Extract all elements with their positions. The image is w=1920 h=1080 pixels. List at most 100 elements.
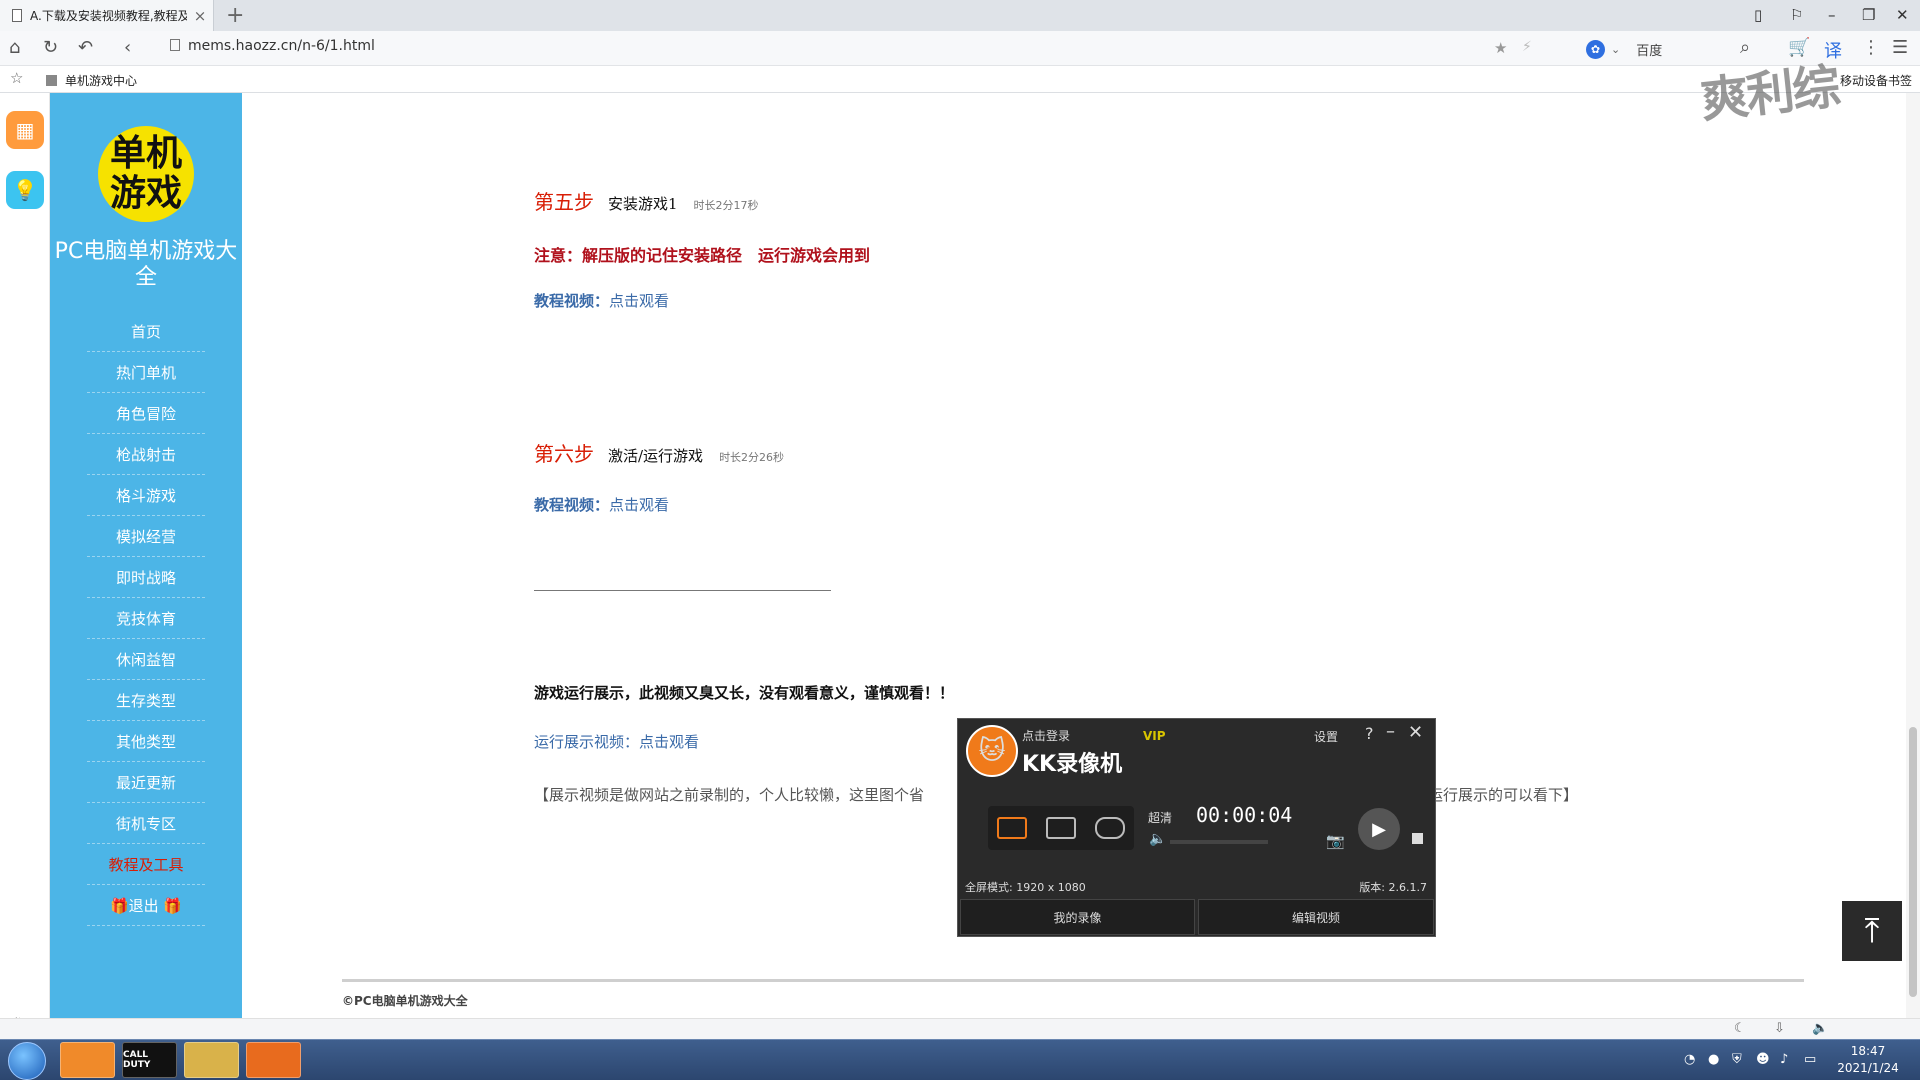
lightbulb-icon[interactable]: 💡 [6,171,44,209]
volume-slider[interactable] [1170,840,1268,844]
scrollbar-thumb[interactable] [1909,727,1917,997]
edit-video-button[interactable]: 编辑视频 [1198,899,1434,935]
video-label: 教程视频： [534,292,610,310]
footer-copyright: ©PC电脑单机游戏大全 [342,994,468,1008]
watch-link[interactable]: 点击观看 [609,292,669,310]
close-icon[interactable]: ✕ [1408,722,1423,743]
step-six-video: 教程视频：点击观看 [534,494,669,515]
record-timer: 00:00:04 [1196,803,1293,827]
cod-app-icon[interactable]: CALL DUTY [122,1042,177,1078]
nav-item-popular[interactable]: 热门单机 [87,352,205,393]
nav-item-rts[interactable]: 即时战略 [87,557,205,598]
restore-icon[interactable]: ❐ [1862,6,1875,24]
shirt-icon[interactable]: ⚐ [1790,6,1803,24]
nav-item-sports[interactable]: 竞技体育 [87,598,205,639]
mobile-bookmarks[interactable]: 移动设备书签 [1840,72,1912,89]
start-button[interactable] [8,1042,46,1080]
refresh-icon[interactable]: ↻ [43,37,58,58]
login-link[interactable]: 点击登录 [1022,727,1070,744]
new-tab-button[interactable]: + [226,3,244,28]
browser-app-icon[interactable] [60,1042,115,1078]
step-five-heading: 第五步 安装游戏1 时长2分17秒 [534,186,759,215]
volume-icon[interactable]: 🔈 [1149,831,1166,847]
site-logo[interactable]: 单机游戏 [98,126,194,222]
display-tray-icon[interactable]: ▭ [1804,1052,1816,1067]
watch-link[interactable]: 点击观看 [609,496,669,514]
more-icon[interactable]: ⋮ [1862,37,1880,58]
my-recordings-button[interactable]: 我的录像 [960,899,1195,935]
sound-icon[interactable]: 🔈 [1812,1021,1828,1036]
nav-item-survival[interactable]: 生存类型 [87,680,205,721]
step-duration: 时长2分17秒 [693,199,759,212]
bookmark-star-icon[interactable]: ☆ [10,69,23,87]
help-button[interactable]: ? [1365,724,1374,743]
nav-item-arcade[interactable]: 街机专区 [87,803,205,844]
page-info-icon [170,39,180,51]
window-split-icon[interactable]: ▯ [1754,6,1762,24]
watch-link[interactable]: 点击观看 [639,733,699,751]
lightning-icon[interactable]: ⚡ [1522,39,1532,55]
network-tray-icon[interactable]: ◔ [1684,1052,1695,1067]
undo-icon[interactable]: ↶ [78,37,93,58]
taskbar: CALL DUTY ◔ ● ⛨ ☻ ♪ ▭ 18:47 2021/1/24 [0,1039,1920,1080]
fullscreen-mode-icon[interactable] [997,817,1028,839]
minimize-icon[interactable]: – [1828,6,1836,24]
star-icon[interactable]: ★ [1494,39,1507,57]
site-title: PC电脑单机游戏大全 [54,239,238,290]
site-sidebar: 单机游戏 PC电脑单机游戏大全 首页 热门单机 角色冒险 枪战射击 格斗游戏 模… [50,93,242,1018]
stop-button[interactable] [1412,833,1423,844]
store-icon[interactable]: ▦ [6,111,44,149]
search-icon[interactable]: ⌕ [1740,37,1750,58]
vip-badge[interactable]: VIP [1143,729,1166,743]
bookmark-bar: ☆ 单机游戏中心 移动设备书签 [0,66,1920,93]
kk-recorder-app-icon[interactable] [246,1042,301,1078]
back-icon[interactable]: ‹ [124,37,131,58]
game-mode-icon[interactable] [1094,817,1125,839]
nav-item-home[interactable]: 首页 [87,311,205,352]
tab-close-icon[interactable]: × [187,7,213,25]
search-engine-icon[interactable]: ✿ [1586,39,1605,59]
settings-button[interactable]: 设置 [1314,728,1338,745]
home-icon[interactable]: ⌂ [9,37,20,58]
menu-icon[interactable]: ☰ [1892,37,1908,58]
back-to-top-button[interactable]: ⤒ [1842,901,1902,961]
volume-tray-icon[interactable]: ♪ [1780,1052,1788,1067]
step-duration: 时长2分26秒 [719,451,785,464]
recorder-tray-icon[interactable]: ● [1708,1052,1719,1067]
record-play-button[interactable]: ▶ [1358,808,1400,850]
browser-tab-bar: A.下载及安装视频教程,教程及 × + ▯ ⚐ – ❐ ✕ [0,0,1920,31]
browser-tab[interactable]: A.下载及安装视频教程,教程及 × [0,0,214,31]
nav-item-recent[interactable]: 最近更新 [87,762,205,803]
step-number: 第六步 [534,442,594,466]
nav-item-logout[interactable]: 🎁退出 🎁 [87,885,205,926]
camera-icon[interactable]: 📷 [1326,832,1345,850]
bookmark-item[interactable]: 单机游戏中心 [46,72,137,89]
quality-label[interactable]: 超清 [1148,809,1172,826]
system-clock[interactable]: 18:47 2021/1/24 [1828,1043,1908,1077]
nav-item-other[interactable]: 其他类型 [87,721,205,762]
footer-divider [342,979,1804,982]
region-mode-icon[interactable] [1045,817,1076,839]
bookmark-label: 单机游戏中心 [65,74,138,88]
paragraph-start: 【展示视频是做网站之前录制的，个人比较懒，这里图个省 [534,786,925,804]
nav-item-rpg[interactable]: 角色冒险 [87,393,205,434]
download-icon[interactable]: ⇩ [1774,1021,1785,1036]
nav-item-casual[interactable]: 休闲益智 [87,639,205,680]
nav-item-shooter[interactable]: 枪战射击 [87,434,205,475]
nav-item-tutorials[interactable]: 教程及工具 [87,844,205,885]
shield-tray-icon[interactable]: ⛨ [1732,1052,1742,1067]
url-field[interactable]: mems.haozz.cn/n-6/1.html [170,38,375,54]
kk-logo-icon: 🐱 [966,725,1018,777]
explorer-app-icon[interactable] [184,1042,239,1078]
minimize-icon[interactable]: – [1386,721,1395,742]
page-scrollbar[interactable] [1906,93,1920,1018]
app-name: KK录像机 [1022,752,1123,777]
chevron-down-icon[interactable]: ⌄ [1611,43,1620,56]
qq-tray-icon[interactable]: ☻ [1756,1052,1770,1067]
warning-text: 游戏运行展示，此视频又臭又长，没有观看意义，谨慎观看！！ [534,684,955,702]
nav-item-fighting[interactable]: 格斗游戏 [87,475,205,516]
close-window-icon[interactable]: ✕ [1896,6,1909,24]
install-note: 注意：解压版的记住安装路径 运行游戏会用到 [534,246,871,265]
nav-item-simulation[interactable]: 模拟经营 [87,516,205,557]
night-mode-icon[interactable]: ☾ [1734,1021,1746,1036]
